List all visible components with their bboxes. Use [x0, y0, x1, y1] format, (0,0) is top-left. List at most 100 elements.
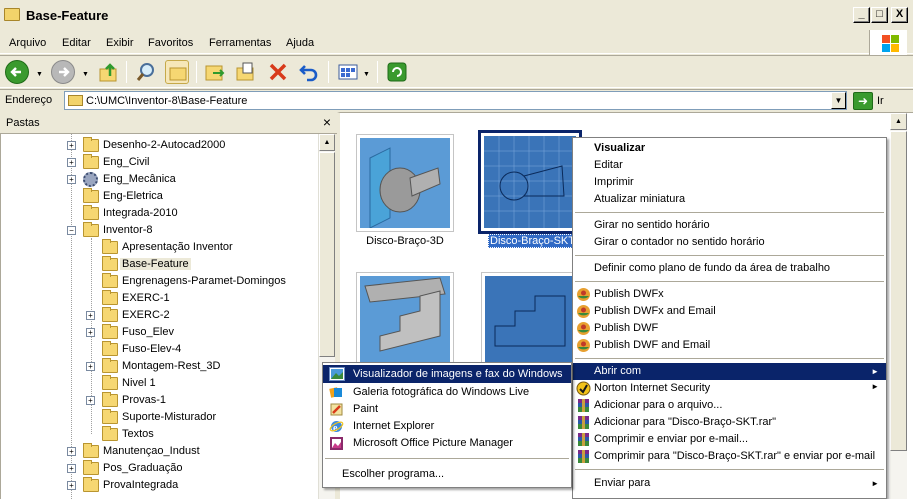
menu-item-comprimir-email[interactable]: Comprimir e enviar por e-mail... — [573, 431, 886, 448]
back-arrow-icon — [10, 67, 21, 77]
tree-item-label: Eng-Eletrica — [103, 190, 163, 202]
scrollbar-thumb[interactable] — [319, 152, 335, 357]
menu-item-plano-de-fundo[interactable]: Definir como plano de fundo da área de t… — [573, 260, 886, 277]
move-to-button[interactable] — [203, 60, 227, 84]
menu-item-escolher-programa[interactable]: Escolher programa... — [323, 466, 571, 483]
tree-item[interactable]: Textos — [86, 426, 311, 443]
menu-ferramentas[interactable]: Ferramentas — [209, 37, 271, 49]
menu-item-enviar-para[interactable]: Enviar para ► — [573, 475, 886, 492]
tree-item[interactable]: + Montagem-Rest_3D — [86, 358, 311, 375]
go-button[interactable]: ➜ — [853, 92, 873, 110]
menu-exibir[interactable]: Exibir — [106, 37, 134, 49]
tree-item[interactable]: + Provas-1 — [86, 392, 311, 409]
expand-button[interactable]: + — [67, 158, 76, 167]
file-name[interactable]: Disco-Braço-3D — [356, 235, 454, 247]
menu-item-galeria-fotografica[interactable]: Galeria fotográfica do Windows Live — [323, 384, 571, 401]
tree-item[interactable]: + Manutençao_Indust — [67, 443, 307, 460]
collapse-button[interactable]: − — [67, 226, 76, 235]
file-view-scrollbar[interactable]: ▲ — [890, 113, 907, 499]
menu-item-publish-dwfx[interactable]: Publish DWFx — [573, 286, 886, 303]
menu-item-picture-manager[interactable]: Microsoft Office Picture Manager — [323, 435, 571, 452]
menu-item-publish-dwf[interactable]: Publish DWF — [573, 320, 886, 337]
tree-item-selected[interactable]: Base-Feature — [86, 256, 311, 273]
tree-item[interactable]: + Desenho-2-Autocad2000 — [67, 137, 307, 154]
maximize-button[interactable]: □ — [871, 7, 888, 23]
menu-item-imprimir[interactable]: Imprimir — [573, 174, 886, 191]
tree-item[interactable]: Apresentação Inventor — [86, 239, 311, 256]
menu-item-atualizar-miniatura[interactable]: Atualizar miniatura — [573, 191, 886, 208]
tree-item[interactable]: EXERC-1 — [86, 290, 311, 307]
expand-button[interactable]: + — [86, 328, 95, 337]
file-thumbnail[interactable] — [356, 272, 454, 370]
file-thumbnail[interactable] — [356, 134, 454, 232]
views-button[interactable] — [336, 60, 360, 84]
views-dropdown-icon[interactable]: ▼ — [363, 71, 370, 78]
tree-item[interactable]: + Fuso_Elev — [86, 324, 311, 341]
back-button[interactable] — [5, 60, 29, 84]
tree-item[interactable]: + ProvaIntegrada — [67, 477, 307, 494]
tree-item[interactable]: Fuso-Elev-4 — [86, 341, 311, 358]
menu-item-internet-explorer[interactable]: e Internet Explorer — [323, 418, 571, 435]
menu-item-comprimir-rar-email[interactable]: Comprimir para "Disco-Braço-SKT.rar" e e… — [573, 448, 886, 465]
menu-ajuda[interactable]: Ajuda — [286, 37, 314, 49]
expand-button[interactable]: + — [67, 481, 76, 490]
scroll-up-button[interactable]: ▲ — [890, 113, 907, 130]
tree-item[interactable]: + EXERC-2 — [86, 307, 311, 324]
tree-item[interactable]: + Pos_Graduação — [67, 460, 307, 477]
forward-button[interactable] — [51, 60, 75, 84]
menu-item-adicionar-arquivo[interactable]: Adicionar para o arquivo... — [573, 397, 886, 414]
tree-item-label: Textos — [122, 428, 154, 440]
menu-item-visualizador-imagens[interactable]: Visualizador de imagens e fax do Windows — [323, 365, 571, 383]
menu-item-adicionar-rar[interactable]: Adicionar para "Disco-Braço-SKT.rar" — [573, 414, 886, 431]
menu-item-paint[interactable]: Paint — [323, 401, 571, 418]
folders-button[interactable] — [165, 60, 189, 84]
tree-item[interactable]: Nivel 1 — [86, 375, 311, 392]
menu-item-publish-dwfx-email[interactable]: Publish DWFx and Email — [573, 303, 886, 320]
menu-favoritos[interactable]: Favoritos — [148, 37, 193, 49]
tree-item[interactable]: + Eng_Mecânica — [67, 171, 307, 188]
scroll-up-button[interactable]: ▲ — [319, 134, 335, 151]
menu-item-girar-horario[interactable]: Girar no sentido horário — [573, 217, 886, 234]
tree-item[interactable]: − Inventor-8 — [67, 222, 307, 239]
menu-item-publish-dwf-email[interactable]: Publish DWF and Email — [573, 337, 886, 354]
address-dropdown-button[interactable]: ▼ — [831, 92, 846, 109]
tree-item-label: Base-Feature — [120, 258, 191, 270]
sync-button[interactable] — [385, 60, 409, 84]
tree-item[interactable]: Eng-Eletrica — [67, 188, 307, 205]
close-pane-button[interactable]: × — [323, 114, 331, 130]
forward-dropdown-icon[interactable]: ▼ — [82, 71, 89, 78]
scrollbar-thumb[interactable] — [890, 131, 907, 451]
file-thumbnail[interactable] — [481, 272, 579, 370]
menu-item-abrir-com[interactable]: Abrir com ► — [573, 363, 886, 380]
tree-item[interactable]: + Eng_Civil — [67, 154, 307, 171]
tree-item[interactable]: Suporte-Misturador — [86, 409, 311, 426]
file-name-selected[interactable]: Disco-Braço-SKT — [488, 234, 577, 248]
expand-button[interactable]: + — [86, 396, 95, 405]
folder-tree[interactable]: + Desenho-2-Autocad2000 + Eng_Civil + En… — [0, 134, 319, 499]
address-input[interactable]: C:\UMC\Inventor-8\Base-Feature ▼ — [64, 91, 847, 110]
tree-item[interactable]: Integrada-2010 — [67, 205, 307, 222]
expand-button[interactable]: + — [86, 362, 95, 371]
expand-button[interactable]: + — [67, 447, 76, 456]
undo-button[interactable] — [297, 60, 321, 84]
delete-button[interactable] — [266, 60, 290, 84]
go-label[interactable]: Ir — [877, 95, 884, 107]
expand-button[interactable]: + — [67, 141, 76, 150]
up-folder-button[interactable] — [97, 60, 121, 84]
minimize-button[interactable]: _ — [853, 7, 870, 23]
menu-editar[interactable]: Editar — [62, 37, 91, 49]
copy-to-button[interactable] — [234, 60, 258, 84]
search-button[interactable] — [134, 60, 158, 84]
expand-button[interactable]: + — [67, 464, 76, 473]
file-thumbnail-selected[interactable] — [478, 130, 582, 234]
menu-item-visualizar[interactable]: Visualizar — [573, 140, 886, 157]
tree-item[interactable]: Engrenagens-Paramet-Domingos — [86, 273, 311, 290]
back-dropdown-icon[interactable]: ▼ — [36, 71, 43, 78]
menu-item-editar[interactable]: Editar — [573, 157, 886, 174]
menu-item-norton[interactable]: Norton Internet Security ► — [573, 380, 886, 397]
close-button[interactable]: X — [891, 7, 908, 23]
menu-arquivo[interactable]: Arquivo — [9, 37, 46, 49]
expand-button[interactable]: + — [86, 311, 95, 320]
expand-button[interactable]: + — [67, 175, 76, 184]
menu-item-girar-anti-horario[interactable]: Girar o contador no sentido horário — [573, 234, 886, 251]
